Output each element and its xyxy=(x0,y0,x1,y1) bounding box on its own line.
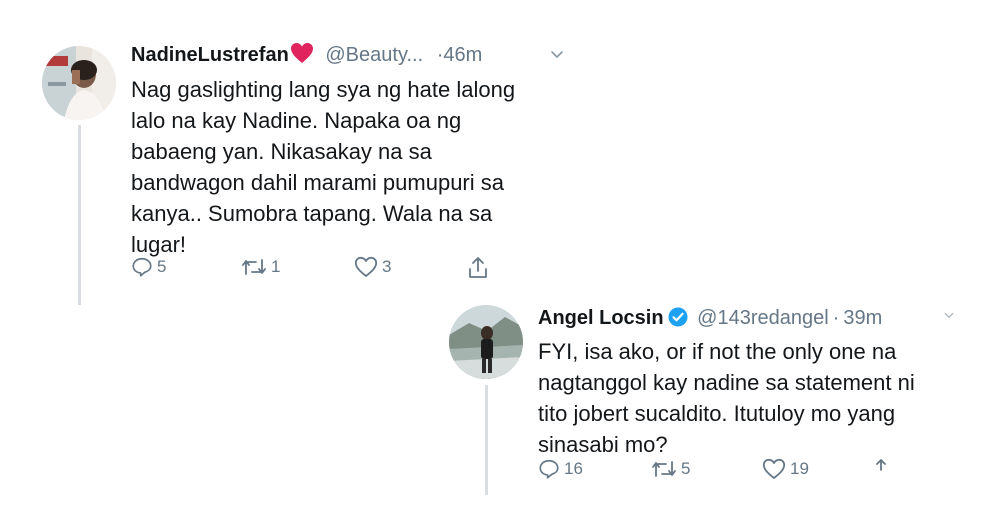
heart-icon xyxy=(354,256,378,278)
display-name[interactable]: NadineLustrefan xyxy=(131,44,289,66)
avatar[interactable] xyxy=(42,46,116,120)
handle[interactable]: @143redangel xyxy=(697,307,829,329)
chevron-down-icon[interactable] xyxy=(943,308,955,326)
timestamp[interactable]: 39m xyxy=(843,307,882,329)
tweet-header: Angel Locsin @143redangel · 39m xyxy=(538,305,882,334)
reply-count: 5 xyxy=(157,257,167,276)
tweet-text: Nag gaslighting lang sya ng hate lalong … xyxy=(131,77,516,257)
reply-button[interactable]: 5 xyxy=(131,256,166,278)
share-button[interactable] xyxy=(874,458,888,472)
share-icon xyxy=(467,256,489,280)
retweet-button[interactable]: 5 xyxy=(651,458,690,480)
retweet-count: 5 xyxy=(681,459,691,478)
retweet-icon xyxy=(651,458,677,480)
like-count: 19 xyxy=(790,459,809,478)
reply-count: 16 xyxy=(564,459,583,478)
tweet-header: NadineLustrefan @Beauty... ·46m xyxy=(131,42,482,71)
retweet-count: 1 xyxy=(271,257,281,276)
like-button[interactable]: 3 xyxy=(354,256,391,278)
reply-button[interactable]: 16 xyxy=(538,458,583,480)
share-icon xyxy=(874,458,888,472)
separator-dot: · xyxy=(832,307,840,329)
share-button[interactable] xyxy=(467,256,489,280)
reply-icon xyxy=(131,256,153,278)
thread-line xyxy=(485,385,488,495)
handle[interactable]: @Beauty... xyxy=(325,44,423,66)
red-heart-icon xyxy=(290,42,314,71)
tweet-text: FYI, isa ako, or if not the only one na … xyxy=(538,339,915,457)
timestamp[interactable]: 46m xyxy=(443,44,482,66)
avatar[interactable] xyxy=(449,305,523,379)
heart-icon xyxy=(762,458,786,480)
retweet-icon xyxy=(241,256,267,278)
chevron-down-icon[interactable] xyxy=(549,46,565,67)
retweet-button[interactable]: 1 xyxy=(241,256,280,278)
tweet-actions: 16 5 19 xyxy=(538,458,938,486)
reply-icon xyxy=(538,458,560,480)
display-name[interactable]: Angel Locsin xyxy=(538,307,664,329)
thread-line xyxy=(78,125,81,305)
tweet-actions: 5 1 3 xyxy=(131,256,531,284)
like-count: 3 xyxy=(382,257,392,276)
like-button[interactable]: 19 xyxy=(762,458,809,480)
verified-badge-icon xyxy=(668,307,688,334)
